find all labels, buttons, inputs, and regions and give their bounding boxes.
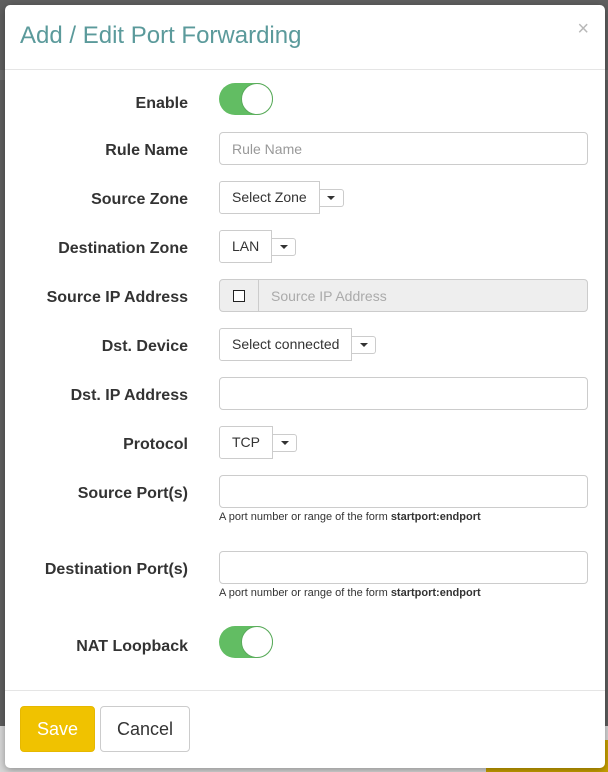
toggle-knob (241, 83, 273, 115)
source-zone-select[interactable]: Select Zone (219, 181, 344, 214)
modal-header: Add / Edit Port Forwarding × (5, 5, 605, 70)
source-ip-label: Source IP Address (46, 289, 188, 306)
dst-device-value[interactable]: Select connected (219, 328, 353, 361)
enable-label: Enable (135, 95, 188, 112)
modal-title: Add / Edit Port Forwarding (20, 22, 302, 49)
dst-ip-input[interactable] (219, 377, 588, 410)
toggle-knob (241, 626, 273, 658)
source-ports-help: A port number or range of the form start… (219, 511, 481, 523)
destination-ports-input[interactable] (219, 551, 588, 584)
destination-ports-label: Destination Port(s) (44, 561, 188, 578)
help-format: startport:endport (390, 511, 481, 523)
source-ports-label: Source Port(s) (77, 485, 188, 502)
row-nat-loopback: NAT Loopback (5, 626, 605, 658)
source-ip-input[interactable] (259, 280, 587, 311)
caret-down-icon (359, 342, 368, 347)
destination-ports-help: A port number or range of the form start… (219, 587, 481, 599)
modal-footer: Save Cancel (5, 690, 605, 769)
help-text: A port number or range of the form (219, 587, 391, 599)
destination-zone-dropdown-toggle[interactable] (272, 237, 297, 256)
enable-toggle[interactable] (219, 83, 273, 115)
destination-zone-value[interactable]: LAN (219, 230, 273, 263)
help-text: A port number or range of the form (219, 511, 391, 523)
nat-loopback-label: NAT Loopback (76, 638, 188, 655)
protocol-value[interactable]: TCP (219, 426, 273, 459)
protocol-select[interactable]: TCP (219, 426, 297, 459)
close-icon[interactable]: × (577, 19, 589, 39)
source-ip-addon (220, 280, 259, 311)
row-enable: Enable (5, 83, 605, 115)
destination-zone-select[interactable]: LAN (219, 230, 297, 263)
help-format: startport:endport (390, 587, 481, 599)
destination-zone-label: Destination Zone (58, 240, 188, 257)
protocol-label: Protocol (123, 436, 188, 453)
caret-down-icon (327, 195, 336, 200)
dst-ip-label: Dst. IP Address (70, 387, 188, 404)
source-ip-checkbox[interactable] (233, 289, 245, 302)
rule-name-label: Rule Name (105, 142, 188, 159)
source-ports-input[interactable] (219, 475, 588, 508)
caret-down-icon (280, 440, 289, 445)
cancel-button[interactable]: Cancel (100, 706, 190, 752)
dst-device-dropdown-toggle[interactable] (352, 335, 377, 354)
nat-loopback-toggle[interactable] (219, 626, 273, 658)
source-zone-label: Source Zone (91, 191, 188, 208)
dst-device-select[interactable]: Select connected (219, 328, 377, 361)
dst-device-label: Dst. Device (101, 338, 188, 355)
source-zone-value[interactable]: Select Zone (219, 181, 320, 214)
caret-down-icon (279, 244, 288, 249)
rule-name-input[interactable] (219, 132, 588, 165)
save-button[interactable]: Save (20, 706, 95, 752)
port-forwarding-modal: Add / Edit Port Forwarding × Enable Rule… (5, 5, 605, 768)
source-ip-group (219, 279, 588, 312)
protocol-dropdown-toggle[interactable] (273, 433, 297, 452)
source-zone-dropdown-toggle[interactable] (319, 188, 344, 207)
